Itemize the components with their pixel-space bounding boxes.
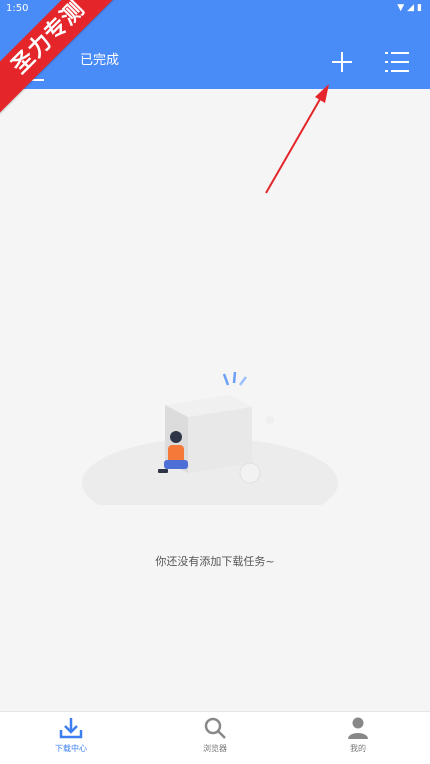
nav-profile[interactable]: 我的 [308, 712, 408, 764]
empty-state-message: 你还没有添加下载任务~ [155, 555, 275, 568]
wifi-icon: ▼ [397, 3, 405, 13]
empty-box-illustration [82, 371, 338, 505]
search-icon [204, 717, 226, 739]
battery-icon: ▮ [417, 3, 422, 13]
status-time: 1:50 [6, 3, 29, 14]
add-task-button[interactable] [324, 44, 360, 80]
download-icon [59, 718, 83, 739]
nav-label-profile: 我的 [350, 744, 366, 753]
signal-icon: ◢ [407, 3, 415, 13]
nav-label-browser: 浏览器 [203, 744, 227, 753]
person-icon [348, 717, 368, 739]
nav-label-download: 下载中心 [55, 744, 87, 753]
status-icons: ▼ ◢ ▮ [397, 3, 422, 13]
add-icon [332, 52, 352, 72]
list-menu-icon [385, 52, 409, 72]
bottom-navigation: 下载中心 浏览器 我的 [0, 711, 430, 764]
list-menu-button[interactable] [379, 44, 415, 80]
nav-download-center[interactable]: 下载中心 [21, 712, 121, 764]
nav-browser[interactable]: 浏览器 [165, 712, 265, 764]
tab-completed[interactable]: 已完成 [80, 49, 119, 68]
